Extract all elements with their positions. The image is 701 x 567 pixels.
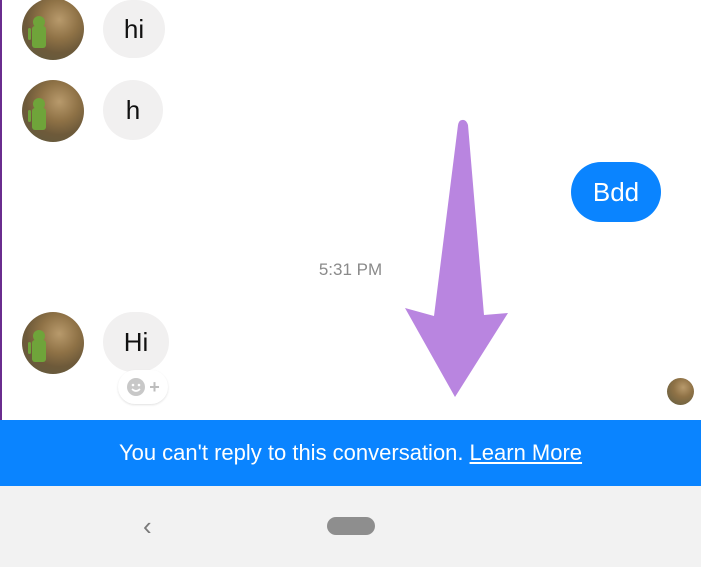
down-arrow-annotation xyxy=(405,119,508,397)
seen-avatar xyxy=(667,378,694,405)
android-figure-icon xyxy=(28,98,46,130)
cannot-reply-banner: You can't reply to this conversation. Le… xyxy=(0,420,701,486)
message-text: h xyxy=(125,94,141,125)
avatar[interactable] xyxy=(22,0,84,60)
message-text: Hi xyxy=(123,326,149,357)
banner-text: You can't reply to this conversation. xyxy=(118,440,464,465)
message-bubble-outgoing[interactable]: Bdd xyxy=(571,162,661,222)
message-text: Bdd xyxy=(592,176,640,207)
avatar[interactable] xyxy=(22,312,84,374)
android-figure-icon xyxy=(28,330,46,362)
home-pill[interactable] xyxy=(327,517,375,535)
back-icon[interactable]: ‹ xyxy=(143,512,163,540)
add-reaction-button[interactable]: + xyxy=(118,370,168,404)
plus-icon: + xyxy=(149,376,160,397)
window-edge xyxy=(0,0,2,420)
message-bubble-incoming[interactable]: h xyxy=(103,80,163,140)
avatar[interactable] xyxy=(22,80,84,142)
message-bubble-incoming[interactable]: hi xyxy=(103,0,165,58)
message-timestamp: 5:31 PM xyxy=(318,260,383,279)
android-figure-icon xyxy=(28,16,46,48)
smiley-icon xyxy=(127,378,146,396)
message-text: hi xyxy=(123,13,145,44)
learn-more-link[interactable]: Learn More xyxy=(470,440,583,466)
message-bubble-incoming[interactable]: Hi xyxy=(103,312,169,372)
